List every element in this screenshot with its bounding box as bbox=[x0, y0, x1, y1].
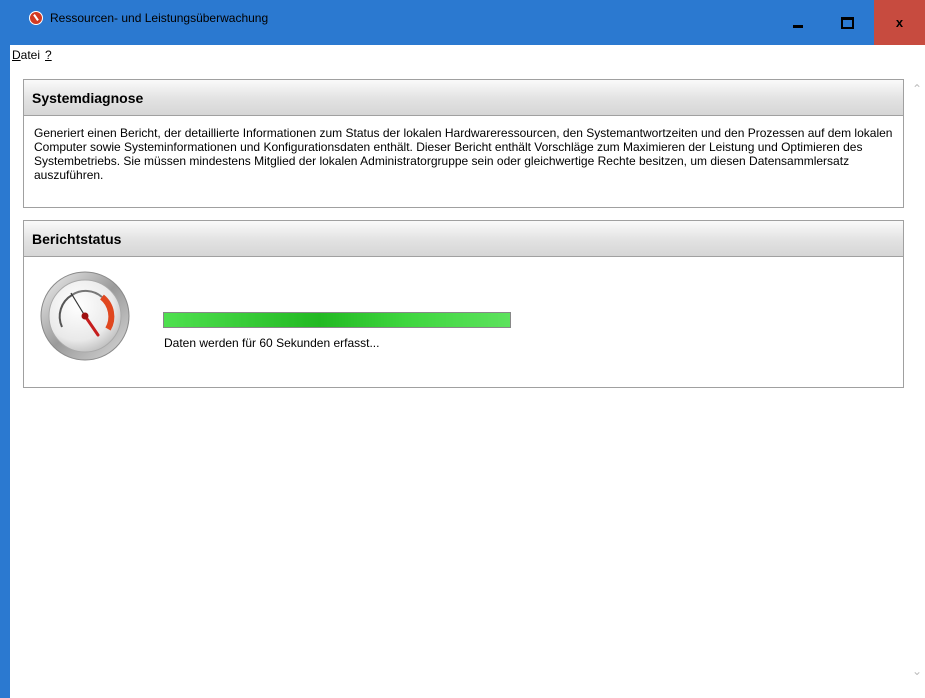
menu-file[interactable]: Datei bbox=[12, 48, 40, 62]
menu-bar: Datei ? bbox=[10, 45, 925, 64]
menu-help[interactable]: ? bbox=[45, 48, 52, 62]
gauge-icon bbox=[40, 271, 130, 361]
report-progress-bar bbox=[163, 312, 511, 328]
title-bar[interactable]: Ressourcen- und Leistungsüberwachung x bbox=[10, 0, 925, 45]
report-status-text: Daten werden für 60 Sekunden erfasst... bbox=[164, 336, 380, 350]
window-title: Ressourcen- und Leistungsüberwachung bbox=[50, 11, 269, 25]
report-progress-fill bbox=[164, 313, 510, 327]
minimize-icon bbox=[793, 25, 803, 28]
minimize-button[interactable] bbox=[775, 0, 821, 45]
window-left-border bbox=[0, 0, 10, 698]
system-diagnosis-header[interactable]: Systemdiagnose bbox=[24, 80, 903, 116]
performance-monitor-icon bbox=[29, 11, 43, 25]
close-icon: x bbox=[895, 15, 904, 30]
app-window: Ressourcen- und Leistungsüberwachung x D… bbox=[0, 0, 925, 698]
maximize-button[interactable] bbox=[824, 0, 870, 45]
maximize-icon bbox=[840, 16, 854, 29]
system-diagnosis-description: Generiert einen Bericht, der detailliert… bbox=[34, 126, 893, 182]
system-diagnosis-panel: Systemdiagnose Generiert einen Bericht, … bbox=[23, 79, 904, 208]
report-status-panel: Berichtstatus Daten werden für 60 Sekund… bbox=[23, 220, 904, 388]
vertical-scrollbar[interactable]: ⌃ ⌄ bbox=[910, 64, 925, 698]
scroll-up-icon[interactable]: ⌃ bbox=[912, 82, 922, 96]
scroll-down-icon[interactable]: ⌄ bbox=[912, 664, 922, 678]
close-button[interactable]: x bbox=[874, 0, 925, 45]
report-status-header[interactable]: Berichtstatus bbox=[24, 221, 903, 257]
